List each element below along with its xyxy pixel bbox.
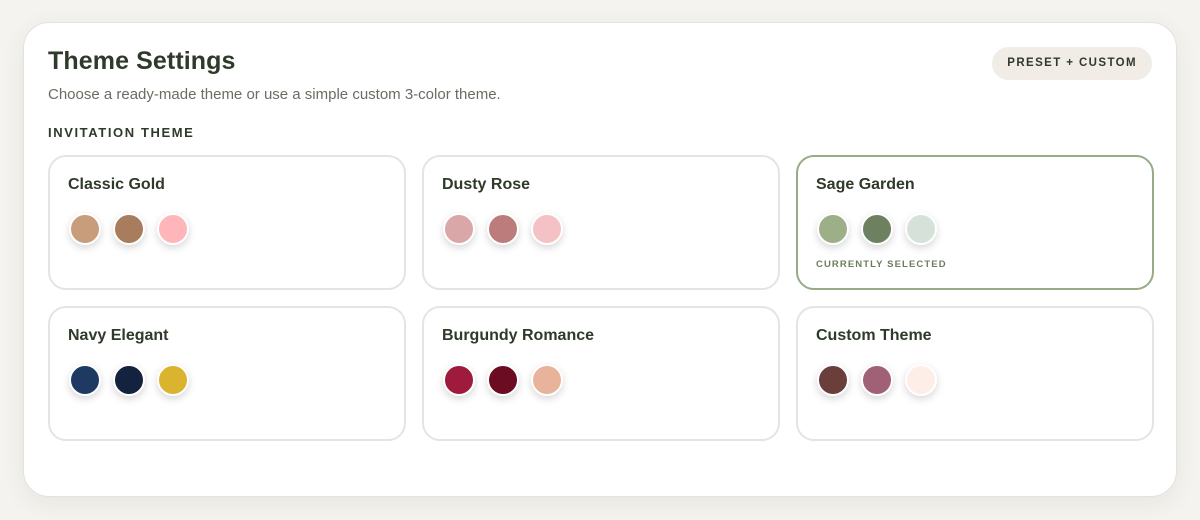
page-title: Theme Settings xyxy=(48,47,236,75)
swatch-row xyxy=(69,213,386,245)
color-swatch xyxy=(531,364,563,396)
swatch-row xyxy=(69,364,386,396)
theme-settings-panel: Theme Settings Choose a ready-made theme… xyxy=(23,22,1177,497)
color-swatch xyxy=(817,364,849,396)
color-swatch xyxy=(905,364,937,396)
theme-card-burgundy-romance[interactable]: Burgundy Romance xyxy=(422,306,780,441)
swatch-row xyxy=(443,213,760,245)
theme-name: Custom Theme xyxy=(816,327,932,344)
section-label: INVITATION THEME xyxy=(48,125,195,140)
color-swatch xyxy=(157,213,189,245)
color-swatch xyxy=(487,213,519,245)
theme-name: Sage Garden xyxy=(816,176,915,193)
currently-selected-label: CURRENTLY SELECTED xyxy=(816,259,947,270)
color-swatch xyxy=(861,213,893,245)
preset-custom-badge[interactable]: PRESET + CUSTOM xyxy=(992,47,1152,80)
theme-card-custom-theme[interactable]: Custom Theme xyxy=(796,306,1154,441)
theme-card-navy-elegant[interactable]: Navy Elegant xyxy=(48,306,406,441)
color-swatch xyxy=(443,364,475,396)
page-subtitle: Choose a ready-made theme or use a simpl… xyxy=(48,86,501,103)
color-swatch xyxy=(487,364,519,396)
swatch-row xyxy=(443,364,760,396)
color-swatch xyxy=(113,364,145,396)
color-swatch xyxy=(905,213,937,245)
theme-name: Navy Elegant xyxy=(68,327,169,344)
swatch-row xyxy=(817,364,1134,396)
color-swatch xyxy=(443,213,475,245)
swatch-row xyxy=(817,213,1134,245)
color-swatch xyxy=(861,364,893,396)
color-swatch xyxy=(157,364,189,396)
theme-name: Dusty Rose xyxy=(442,176,531,193)
color-swatch xyxy=(69,213,101,245)
color-swatch xyxy=(113,213,145,245)
theme-name: Classic Gold xyxy=(68,176,165,193)
theme-card-sage-garden[interactable]: Sage Garden CURRENTLY SELECTED xyxy=(796,155,1154,290)
theme-card-dusty-rose[interactable]: Dusty Rose xyxy=(422,155,780,290)
color-swatch xyxy=(817,213,849,245)
theme-card-classic-gold[interactable]: Classic Gold xyxy=(48,155,406,290)
color-swatch xyxy=(531,213,563,245)
theme-grid: Classic Gold Dusty Rose Sage Garden CURR… xyxy=(48,155,1154,441)
color-swatch xyxy=(69,364,101,396)
theme-name: Burgundy Romance xyxy=(442,327,595,344)
